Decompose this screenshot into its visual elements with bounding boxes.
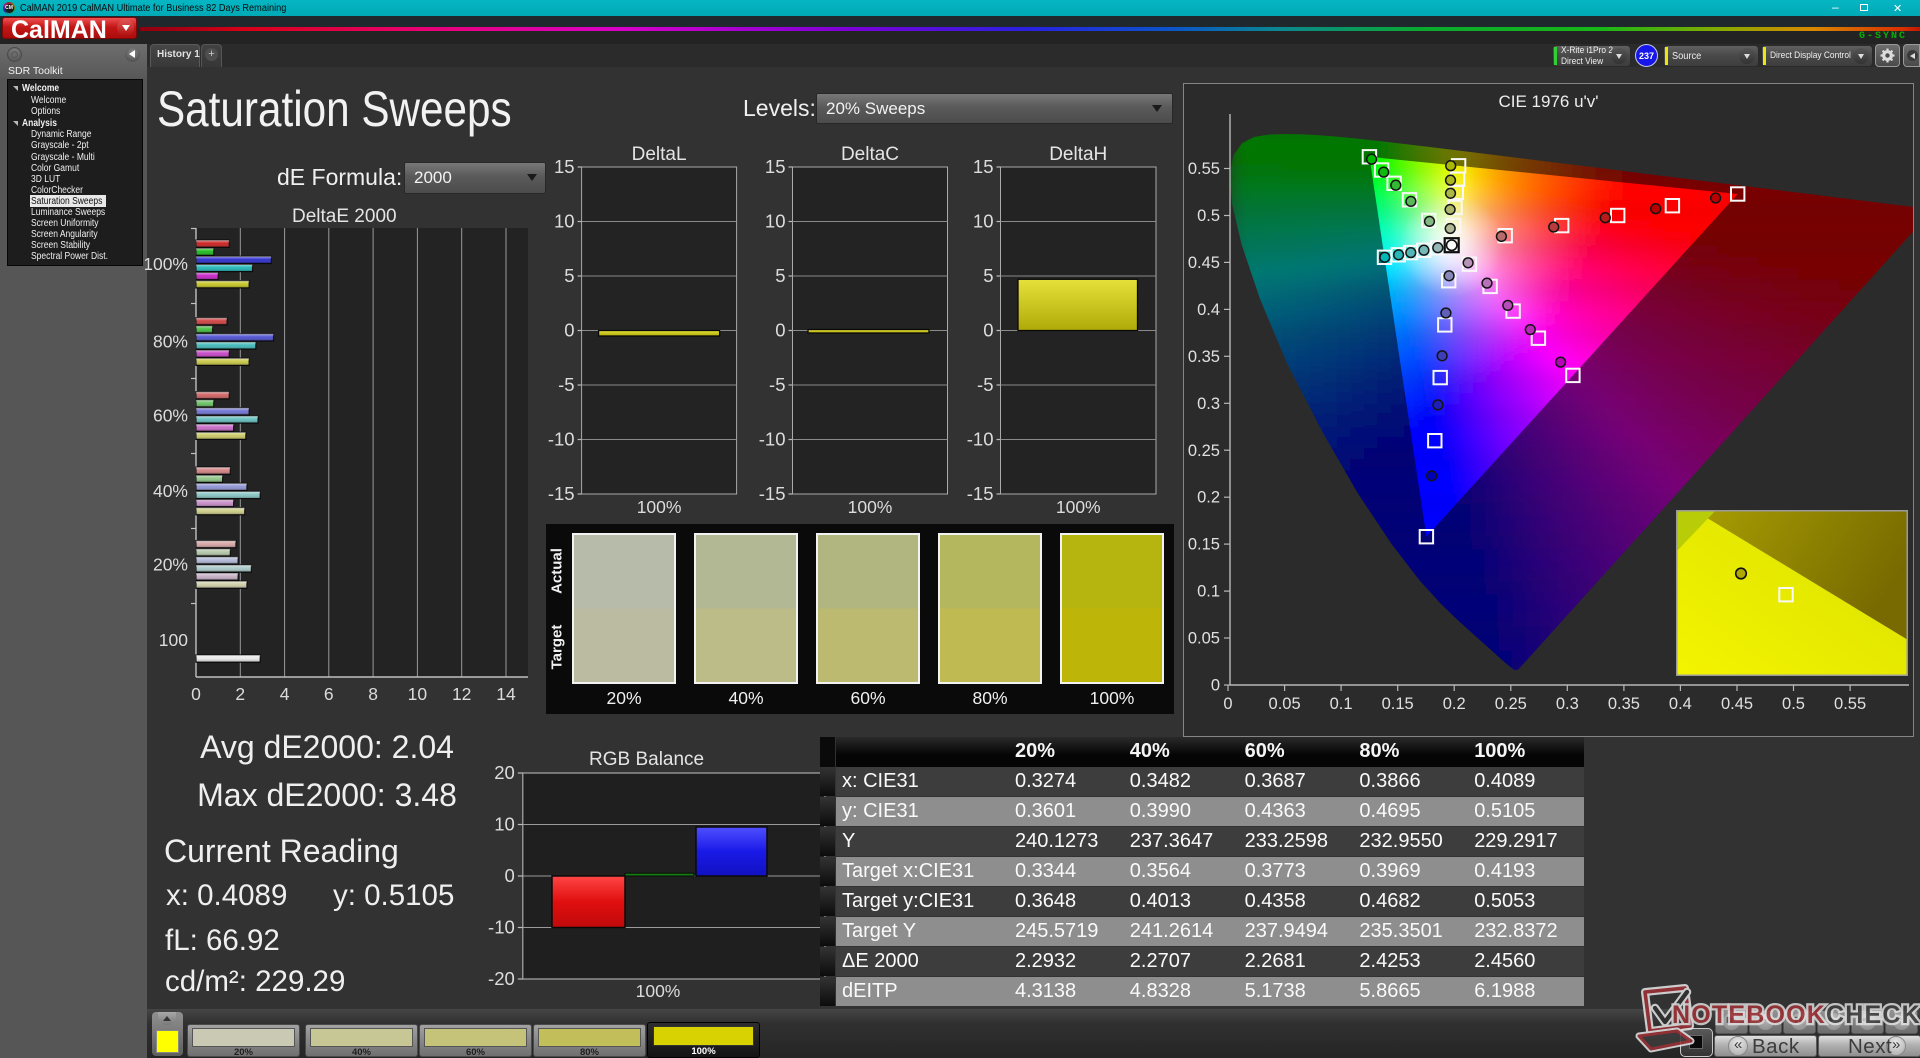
- svg-text:0.1: 0.1: [1197, 583, 1220, 601]
- svg-text:0.05: 0.05: [1188, 630, 1220, 648]
- svg-text:0.55: 0.55: [1834, 695, 1866, 713]
- svg-text:100: 100: [159, 630, 188, 650]
- svg-text:100%: 100%: [636, 981, 681, 1001]
- svg-text:0: 0: [505, 865, 515, 886]
- svg-text:0.2: 0.2: [1197, 489, 1220, 507]
- svg-text:0.45: 0.45: [1721, 695, 1753, 713]
- svg-text:DeltaH: DeltaH: [1049, 144, 1107, 165]
- svg-text:-5: -5: [977, 374, 993, 395]
- svg-text:60%: 60%: [153, 406, 188, 426]
- svg-text:5: 5: [564, 265, 574, 286]
- svg-text:15: 15: [554, 156, 575, 177]
- svg-text:0: 0: [775, 320, 785, 341]
- svg-text:DeltaL: DeltaL: [632, 144, 687, 165]
- svg-text:6: 6: [324, 684, 334, 704]
- svg-text:DeltaC: DeltaC: [841, 144, 899, 165]
- svg-text:0.55: 0.55: [1188, 160, 1220, 178]
- svg-text:0.3: 0.3: [1197, 395, 1220, 413]
- svg-text:20%: 20%: [153, 555, 188, 575]
- svg-text:12: 12: [452, 684, 471, 704]
- svg-text:40%: 40%: [153, 481, 188, 501]
- svg-text:0.15: 0.15: [1188, 536, 1220, 554]
- svg-text:100%: 100%: [145, 254, 188, 274]
- svg-text:-5: -5: [769, 374, 785, 395]
- svg-text:5: 5: [983, 265, 993, 286]
- svg-text:10: 10: [973, 211, 994, 232]
- svg-text:14: 14: [496, 684, 516, 704]
- svg-text:100%: 100%: [1056, 497, 1101, 517]
- svg-text:100%: 100%: [848, 497, 893, 517]
- svg-text:0.4: 0.4: [1669, 695, 1692, 713]
- svg-text:10: 10: [408, 684, 428, 704]
- svg-text:0.25: 0.25: [1188, 442, 1220, 460]
- svg-text:0.35: 0.35: [1188, 348, 1220, 366]
- svg-text:-15: -15: [548, 483, 575, 504]
- svg-text:4: 4: [280, 684, 290, 704]
- svg-text:-5: -5: [558, 374, 574, 395]
- svg-text:0.2: 0.2: [1443, 695, 1466, 713]
- svg-text:0.3: 0.3: [1556, 695, 1579, 713]
- svg-text:-10: -10: [548, 429, 575, 450]
- svg-text:0.25: 0.25: [1495, 695, 1527, 713]
- svg-text:8: 8: [368, 684, 378, 704]
- svg-text:5: 5: [775, 265, 785, 286]
- svg-text:-15: -15: [759, 483, 786, 504]
- svg-text:10: 10: [765, 211, 786, 232]
- svg-text:0.4: 0.4: [1197, 301, 1220, 319]
- svg-text:10: 10: [494, 814, 515, 835]
- svg-text:-10: -10: [759, 429, 786, 450]
- svg-text:0.05: 0.05: [1269, 695, 1301, 713]
- svg-text:80%: 80%: [153, 332, 188, 352]
- svg-text:0.45: 0.45: [1188, 254, 1220, 272]
- svg-text:-15: -15: [967, 483, 994, 504]
- svg-text:0.5: 0.5: [1782, 695, 1805, 713]
- svg-text:-20: -20: [488, 968, 515, 989]
- svg-text:-10: -10: [488, 917, 515, 938]
- svg-text:15: 15: [765, 156, 786, 177]
- svg-text:0: 0: [1211, 677, 1220, 695]
- svg-text:2: 2: [235, 684, 245, 704]
- svg-text:20: 20: [494, 762, 515, 783]
- svg-text:0: 0: [983, 320, 993, 341]
- svg-text:0: 0: [191, 684, 201, 704]
- svg-text:0.15: 0.15: [1382, 695, 1414, 713]
- svg-text:0: 0: [1223, 695, 1232, 713]
- svg-text:-10: -10: [967, 429, 994, 450]
- svg-text:0.1: 0.1: [1330, 695, 1353, 713]
- svg-text:15: 15: [973, 156, 994, 177]
- svg-text:0.35: 0.35: [1608, 695, 1640, 713]
- svg-text:0.5: 0.5: [1197, 207, 1220, 225]
- svg-text:0: 0: [564, 320, 574, 341]
- svg-text:100%: 100%: [637, 497, 682, 517]
- svg-text:10: 10: [554, 211, 575, 232]
